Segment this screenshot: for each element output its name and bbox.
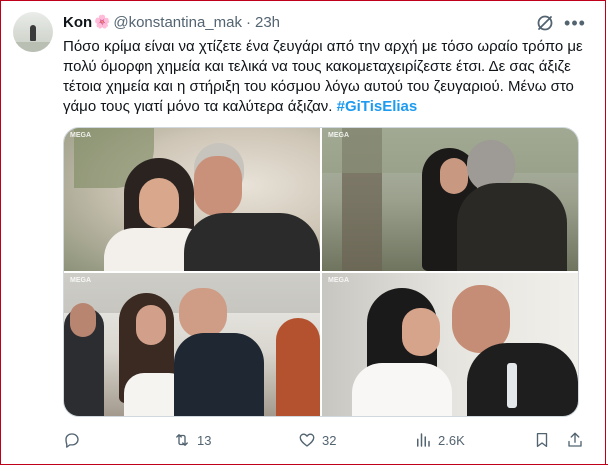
views-count: 2.6K <box>438 432 465 448</box>
photo-1[interactable]: MEGA <box>64 128 320 271</box>
display-name[interactable]: Kon <box>63 14 92 31</box>
more-icon[interactable]: ••• <box>564 13 586 33</box>
groom-face <box>179 288 227 338</box>
views-icon <box>417 433 430 447</box>
photo-4[interactable]: MEGA <box>322 273 578 416</box>
bride-face <box>136 305 166 345</box>
grok-icon[interactable] <box>535 13 555 33</box>
user-handle[interactable]: @konstantina_mak <box>113 14 242 31</box>
avatar-ground <box>13 42 53 52</box>
bookmark-icon <box>536 432 548 448</box>
mega-logo: MEGA <box>328 277 349 284</box>
share-icon <box>568 432 582 447</box>
share-button[interactable] <box>566 430 590 450</box>
retweet-button[interactable]: 13 <box>173 430 211 450</box>
action-bar: 13 32 2.6K <box>63 430 583 450</box>
views-button[interactable]: 2.6K <box>414 430 465 450</box>
tweet-header: Kon 🌸 @konstantina_mak · 23h <box>63 12 280 32</box>
retweet-icon <box>176 434 188 446</box>
tweet[interactable]: Kon 🌸 @konstantina_mak · 23h ••• Πόσο κρ… <box>0 0 606 460</box>
woman-blouse <box>352 363 452 416</box>
bookmark-button[interactable] <box>533 430 557 450</box>
glass <box>507 363 517 408</box>
like-button[interactable]: 32 <box>298 430 336 450</box>
woman-face-4 <box>402 308 440 356</box>
media-grid: MEGA MEGA MEGA MEGA <box>63 127 579 417</box>
redhead-guest <box>276 318 320 416</box>
avatar[interactable] <box>13 12 53 52</box>
avatar-figure <box>30 25 36 41</box>
photo-3[interactable]: MEGA <box>64 273 320 416</box>
man-jacket-2 <box>457 183 567 271</box>
man-face <box>194 156 242 216</box>
like-count: 32 <box>322 432 337 448</box>
guest-face <box>70 303 96 337</box>
woman-face <box>139 178 179 228</box>
photo-2[interactable]: MEGA <box>322 128 578 271</box>
man-shirt-4 <box>467 343 578 416</box>
tweet-body: Πόσο κρίμα είναι να χτίζετε ένα ζευγάρι … <box>63 38 583 115</box>
reply-icon <box>65 433 79 448</box>
mega-logo: MEGA <box>70 277 91 284</box>
heart-icon <box>299 433 315 447</box>
man-jacket <box>184 213 320 271</box>
tweet-text: Πόσο κρίμα είναι να χτίζετε ένα ζευγάρι … <box>63 37 583 117</box>
mega-logo: MEGA <box>70 132 91 139</box>
groom-suit <box>174 333 264 416</box>
retweet-count: 13 <box>197 432 212 448</box>
tweet-time[interactable]: 23h <box>255 14 280 31</box>
separator-dot: · <box>246 13 251 31</box>
woman-face-2 <box>440 158 468 194</box>
hashtag-link[interactable]: #GiTisElias <box>337 98 418 115</box>
flower-emoji: 🌸 <box>94 14 111 29</box>
reply-button[interactable] <box>63 430 87 450</box>
mega-logo: MEGA <box>328 132 349 139</box>
